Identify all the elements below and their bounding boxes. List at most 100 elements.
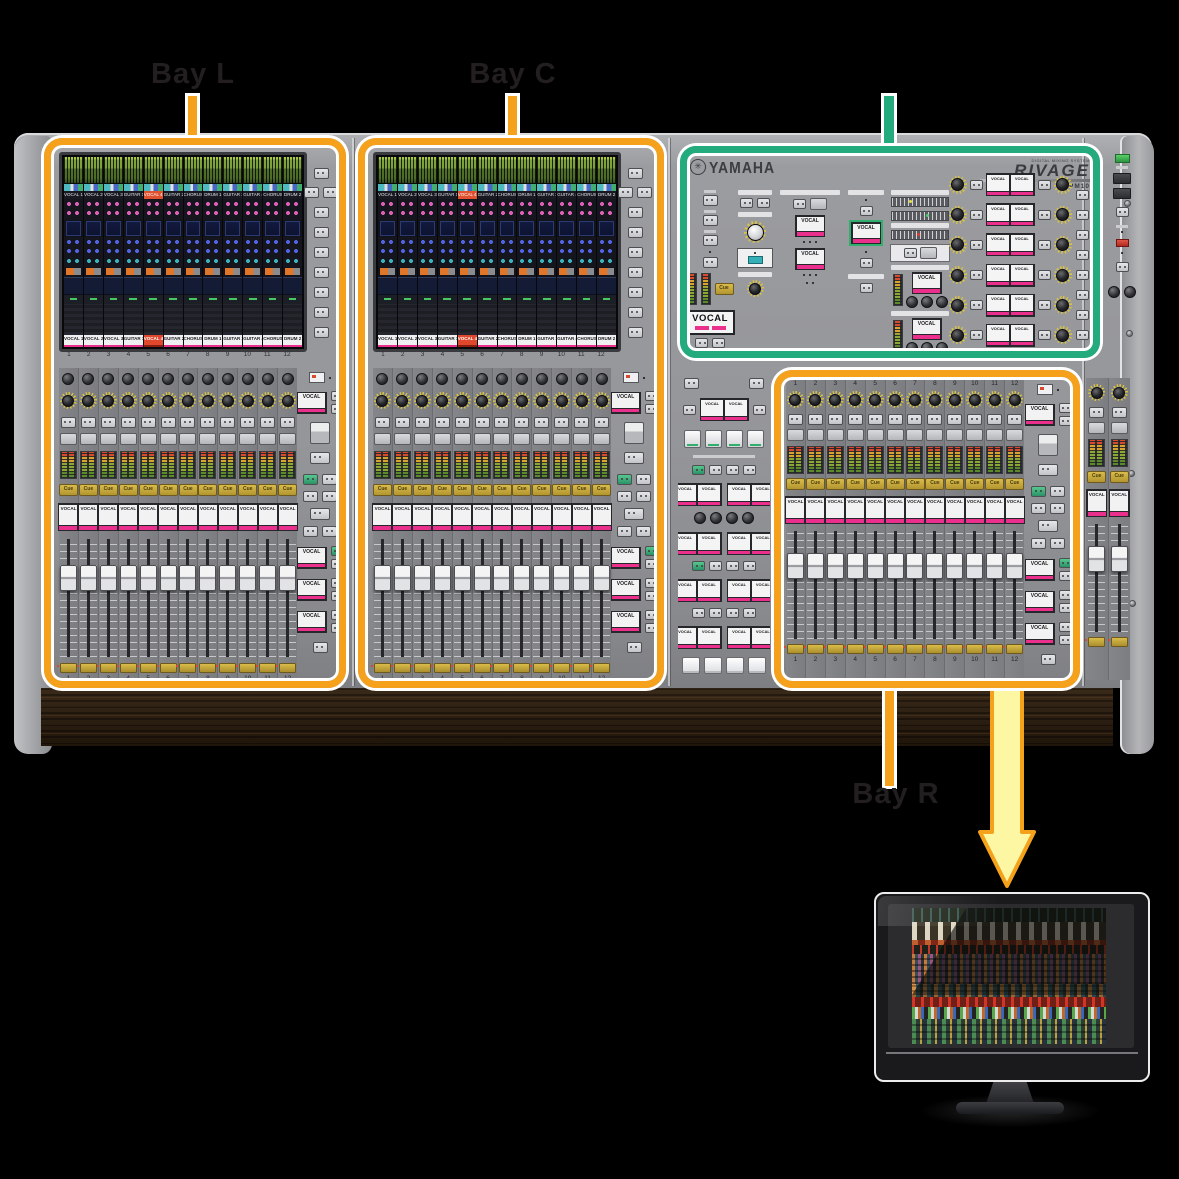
level-meter [1111, 439, 1128, 467]
fader[interactable] [1111, 524, 1128, 632]
rocker-button[interactable] [692, 608, 705, 618]
rocker-button[interactable] [1089, 407, 1104, 418]
part: VOCAL [698, 485, 720, 505]
scribble-display-pair: VOCALVOCAL [727, 626, 771, 649]
part: VOCAL [752, 485, 770, 501]
user-defined-key[interactable] [704, 657, 722, 674]
knob[interactable] [710, 512, 722, 524]
part: VOCAL [701, 400, 723, 416]
screen-band [912, 1007, 1106, 1019]
label-bar [1116, 166, 1128, 169]
part: VOCAL [728, 534, 750, 554]
part: VOCAL [678, 628, 696, 644]
scribble-display-pair: VOCALVOCAL [727, 579, 771, 602]
part: VOCAL [678, 628, 696, 648]
select-button[interactable] [1088, 422, 1105, 434]
part: VOCAL [752, 485, 770, 505]
part: VOCAL [701, 400, 723, 420]
part: VOCALVOCAL [683, 398, 766, 421]
encoder-knob[interactable] [1088, 384, 1105, 401]
scribble-display-pair: VOCALVOCAL [678, 626, 722, 649]
master-fader-strips: CueVOCALCueVOCAL [1086, 378, 1130, 680]
cue-button[interactable]: Cue [1110, 471, 1129, 483]
talkback-button[interactable] [1116, 239, 1129, 247]
on-button[interactable] [1088, 637, 1105, 647]
scene-button[interactable] [747, 430, 764, 448]
bay-seam [352, 138, 354, 686]
channel-strip: CueVOCAL [1086, 378, 1109, 680]
part [728, 551, 750, 554]
fader-cap[interactable] [1088, 546, 1105, 572]
screw [1129, 600, 1136, 607]
knob[interactable] [694, 512, 706, 524]
scene-button[interactable] [726, 430, 743, 448]
selected-channel-highlight-box [680, 146, 1100, 358]
part: VOCAL [698, 628, 720, 644]
knob[interactable] [742, 512, 754, 524]
display-chip [1113, 173, 1131, 184]
monitor-bezel-line [886, 1052, 1138, 1054]
part [1108, 286, 1136, 298]
power-led-button[interactable] [1115, 154, 1130, 163]
user-defined-key[interactable] [748, 657, 766, 674]
part: VOCALVOCALVOCALVOCAL [678, 579, 770, 602]
select-button[interactable] [1111, 422, 1128, 434]
part [752, 502, 770, 505]
rocker-button[interactable] [726, 608, 739, 618]
rocker-button[interactable] [709, 608, 722, 618]
rocker-button[interactable] [692, 465, 705, 475]
rocker-button[interactable] [1116, 207, 1129, 217]
screen-band [912, 997, 1106, 1007]
scene-button[interactable] [684, 430, 701, 448]
part: VOCAL [1110, 491, 1128, 512]
rocker-button[interactable] [749, 378, 764, 389]
diagram-stage: VOCAL 1VOCAL 1VOCAL 2VOCAL 2VOCAL 3VOCAL… [0, 0, 1179, 1179]
scene-button[interactable] [705, 430, 722, 448]
rocker-button[interactable] [726, 561, 739, 571]
bay-l-label: Bay L [145, 58, 241, 91]
user-defined-key[interactable] [682, 657, 700, 674]
part [698, 645, 720, 648]
bay-r-connector-line [885, 682, 894, 786]
rocker-button[interactable] [692, 561, 705, 571]
bay-r-label: Bay R [848, 778, 944, 811]
knob[interactable] [1124, 286, 1136, 298]
fader-cap[interactable] [1111, 546, 1128, 572]
part [692, 465, 756, 475]
part [678, 551, 696, 554]
part: VOCAL [728, 628, 750, 648]
rocker-button[interactable] [753, 405, 766, 415]
scribble-display: VOCAL [1109, 489, 1130, 517]
part [692, 608, 756, 618]
part [752, 645, 770, 648]
part: VOCAL [678, 534, 696, 554]
knob[interactable] [1108, 286, 1120, 298]
knob[interactable] [726, 512, 738, 524]
encoder-knob[interactable] [1111, 384, 1128, 401]
rocker-button[interactable] [743, 561, 756, 571]
scribble-display-pair: VOCALVOCAL [678, 483, 722, 506]
part: VOCAL [728, 581, 750, 601]
part [678, 598, 696, 601]
part: VOCAL [752, 628, 770, 644]
rocker-button[interactable] [709, 561, 722, 571]
part [728, 645, 750, 648]
rocker-button[interactable] [684, 378, 699, 389]
bay-c-highlight-box [358, 138, 664, 688]
rocker-button[interactable] [726, 465, 739, 475]
monitor-screen [912, 908, 1106, 1044]
rocker-button[interactable] [683, 405, 696, 415]
rocker-button[interactable] [709, 465, 722, 475]
knob[interactable] [1121, 231, 1123, 233]
rocker-button[interactable] [1112, 407, 1127, 418]
rocker-button[interactable] [743, 465, 756, 475]
on-button[interactable] [1111, 637, 1128, 647]
bay-l-highlight-box [44, 138, 346, 688]
rocker-button[interactable] [743, 608, 756, 618]
rocker-button[interactable] [1116, 262, 1129, 272]
part: VOCAL [678, 485, 696, 501]
fader[interactable] [1088, 524, 1105, 632]
knob[interactable] [1121, 252, 1123, 254]
user-defined-key[interactable] [726, 657, 744, 674]
cue-button[interactable]: Cue [1087, 471, 1106, 483]
